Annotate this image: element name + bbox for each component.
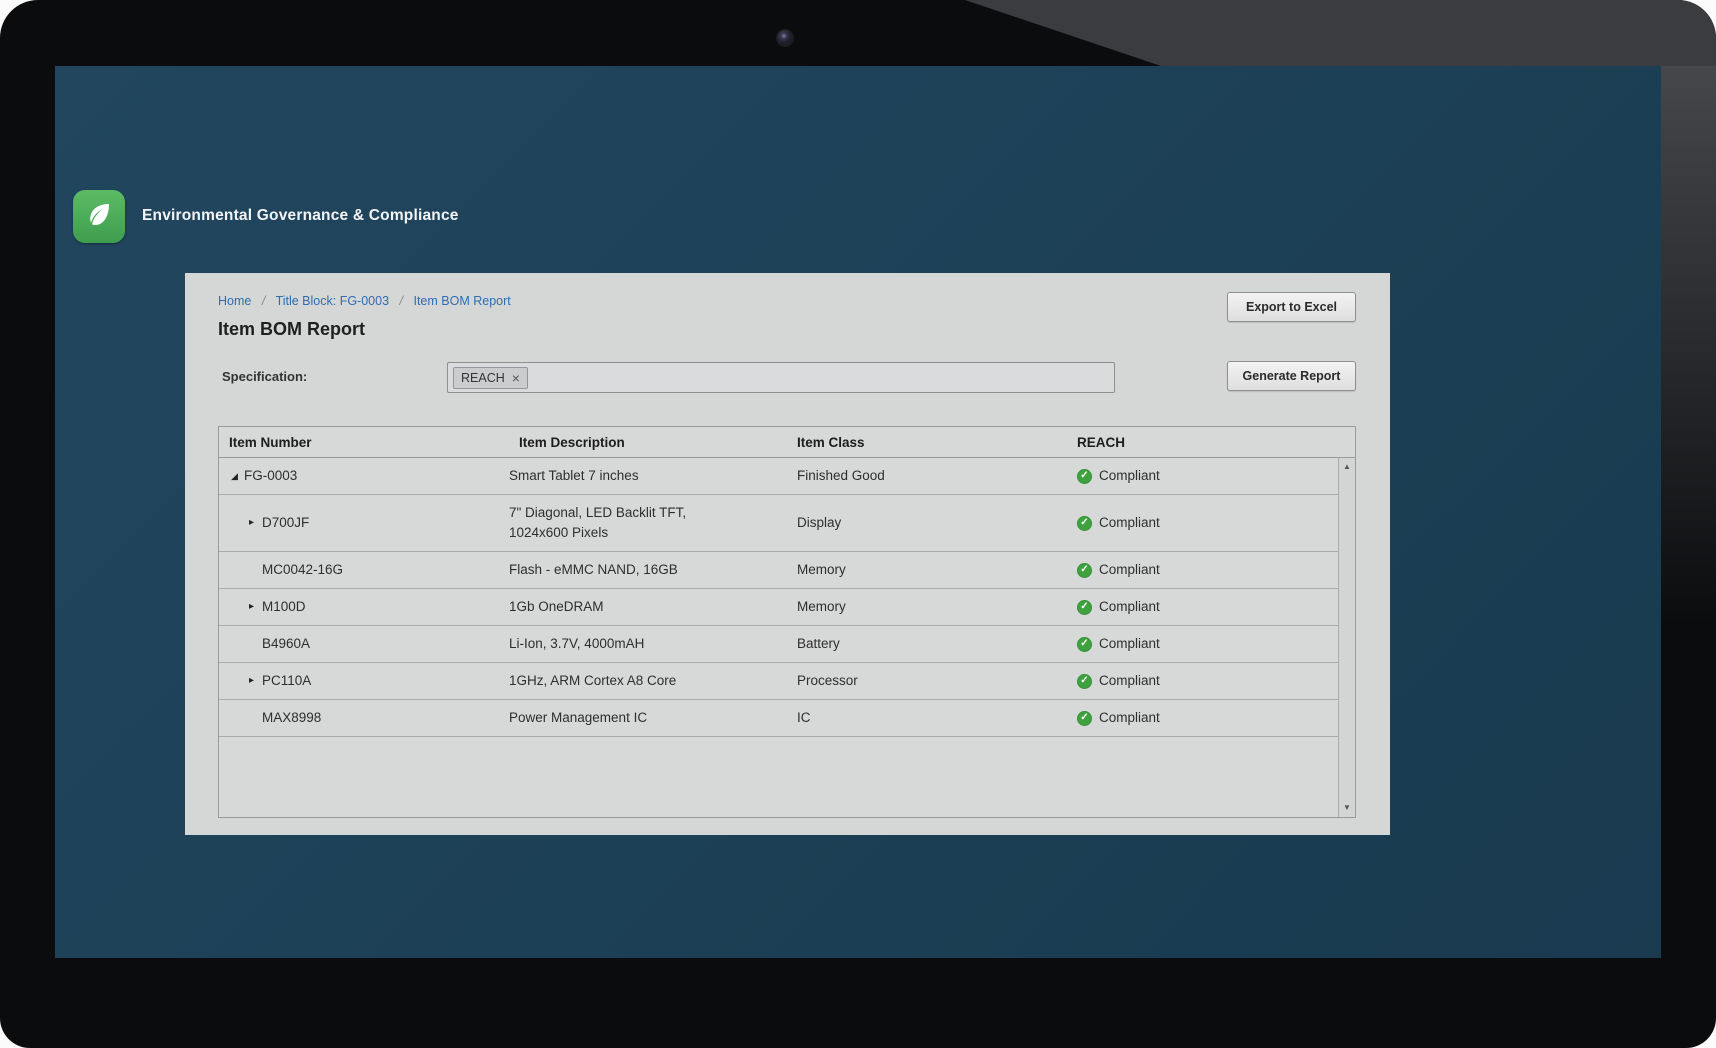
breadcrumb-separator: / bbox=[399, 294, 403, 308]
compliant-check-icon: ✓ bbox=[1077, 710, 1092, 726]
item-description-cell: 1Gb OneDRAM bbox=[509, 599, 604, 614]
reach-status-label: Compliant bbox=[1099, 599, 1160, 614]
compliant-check-icon: ✓ bbox=[1077, 673, 1092, 689]
leaf-icon bbox=[84, 199, 114, 234]
specification-label: Specification: bbox=[222, 369, 308, 384]
expand-toggle-icon[interactable]: ▸ bbox=[249, 597, 262, 617]
screen: Environmental Governance & Compliance Ho… bbox=[55, 66, 1661, 958]
tag-remove-icon[interactable]: × bbox=[512, 371, 520, 385]
reach-status-label: Compliant bbox=[1099, 673, 1160, 688]
item-class-cell: Finished Good bbox=[797, 468, 885, 483]
item-number-label: MC0042-16G bbox=[262, 562, 344, 577]
bezel-highlight bbox=[965, 0, 1716, 66]
table-row[interactable]: MC0042-16G Flash - eMMC NAND, 16GB Memor… bbox=[219, 552, 1338, 589]
column-header-item-number[interactable]: Item Number bbox=[219, 435, 509, 450]
item-description-cell: 7" Diagonal, LED Backlit TFT, 1024x600 P… bbox=[509, 505, 687, 540]
bom-table: Item Number Item Description Item Class … bbox=[218, 426, 1356, 818]
table-row[interactable]: ◢ FG-0003 Smart Tablet 7 inches Finished… bbox=[219, 458, 1338, 495]
generate-report-button[interactable]: Generate Report bbox=[1227, 361, 1356, 391]
item-description-cell: Flash - eMMC NAND, 16GB bbox=[509, 562, 678, 577]
export-to-excel-button[interactable]: Export to Excel bbox=[1227, 292, 1356, 322]
table-header: Item Number Item Description Item Class … bbox=[219, 427, 1355, 458]
item-number-cell: ▸ PC110A bbox=[219, 671, 509, 691]
item-number-cell: ◢ FG-0003 bbox=[219, 466, 509, 486]
reach-status-label: Compliant bbox=[1099, 636, 1160, 651]
app-logo bbox=[73, 190, 125, 243]
reach-status-label: Compliant bbox=[1099, 515, 1160, 530]
reach-status-cell: ✓ Compliant bbox=[1067, 634, 1338, 654]
table-body-wrap: ◢ FG-0003 Smart Tablet 7 inches Finished… bbox=[219, 458, 1355, 817]
vertical-scrollbar[interactable]: ▲ ▼ bbox=[1338, 458, 1355, 817]
item-number-label: PC110A bbox=[262, 673, 312, 688]
item-class-cell: Display bbox=[797, 515, 842, 530]
item-description-cell: Smart Tablet 7 inches bbox=[509, 468, 639, 483]
column-header-reach[interactable]: REACH bbox=[1067, 435, 1355, 450]
item-number-label: M100D bbox=[262, 599, 306, 614]
scroll-up-icon[interactable]: ▲ bbox=[1339, 460, 1355, 474]
item-class-cell: IC bbox=[797, 710, 811, 725]
item-number-cell: ▸ M100D bbox=[219, 597, 509, 617]
item-number-cell: B4960A bbox=[219, 634, 509, 654]
breadcrumb: Home / Title Block: FG-0003 / Item BOM R… bbox=[218, 294, 511, 308]
item-class-cell: Memory bbox=[797, 599, 846, 614]
table-body: ◢ FG-0003 Smart Tablet 7 inches Finished… bbox=[219, 458, 1338, 737]
webcam bbox=[776, 29, 794, 47]
item-number-label: MAX8998 bbox=[262, 710, 322, 725]
breadcrumb-current-link[interactable]: Item BOM Report bbox=[413, 294, 510, 308]
table-row[interactable]: ▸ PC110A 1GHz, ARM Cortex A8 Core Proces… bbox=[219, 663, 1338, 700]
table-row[interactable]: ▸ M100D 1Gb OneDRAM Memory ✓ Compliant bbox=[219, 589, 1338, 626]
item-class-cell: Battery bbox=[797, 636, 840, 651]
breadcrumb-home-link[interactable]: Home bbox=[218, 294, 251, 308]
reach-status-cell: ✓ Compliant bbox=[1067, 708, 1338, 728]
item-number-cell: MC0042-16G bbox=[219, 560, 509, 580]
expand-toggle-icon[interactable]: ▸ bbox=[249, 513, 262, 533]
column-header-item-description[interactable]: Item Description bbox=[509, 435, 787, 450]
item-description-cell: Power Management IC bbox=[509, 710, 648, 725]
table-row[interactable]: ▸ D700JF 7" Diagonal, LED Backlit TFT, 1… bbox=[219, 495, 1338, 552]
reach-status-label: Compliant bbox=[1099, 710, 1160, 725]
page-title: Item BOM Report bbox=[218, 319, 366, 339]
compliant-check-icon: ✓ bbox=[1077, 515, 1092, 531]
scroll-down-icon[interactable]: ▼ bbox=[1339, 801, 1355, 815]
reach-status-cell: ✓ Compliant bbox=[1067, 597, 1338, 617]
reach-status-cell: ✓ Compliant bbox=[1067, 513, 1338, 533]
item-number-cell: MAX8998 bbox=[219, 708, 509, 728]
reach-status-label: Compliant bbox=[1099, 468, 1160, 483]
table-row[interactable]: MAX8998 Power Management IC IC ✓ Complia… bbox=[219, 700, 1338, 737]
content-panel: Home / Title Block: FG-0003 / Item BOM R… bbox=[185, 273, 1390, 835]
specification-tag-label: REACH bbox=[461, 370, 505, 385]
specification-tag: REACH × bbox=[453, 366, 528, 389]
specification-input[interactable]: REACH × bbox=[447, 362, 1115, 393]
expand-toggle-icon[interactable]: ▸ bbox=[249, 671, 262, 691]
compliant-check-icon: ✓ bbox=[1077, 599, 1092, 615]
item-description-cell: 1GHz, ARM Cortex A8 Core bbox=[509, 673, 677, 688]
table-row[interactable]: B4960A Li-Ion, 3.7V, 4000mAH Battery ✓ C… bbox=[219, 626, 1338, 663]
compliant-check-icon: ✓ bbox=[1077, 468, 1092, 484]
breadcrumb-separator: / bbox=[261, 294, 266, 308]
compliant-check-icon: ✓ bbox=[1077, 562, 1092, 578]
app-title: Environmental Governance & Compliance bbox=[142, 207, 459, 224]
bezel-right-highlight bbox=[1661, 66, 1716, 626]
item-description-cell: Li-Ion, 3.7V, 4000mAH bbox=[509, 636, 645, 651]
breadcrumb-title-block-link[interactable]: Title Block: FG-0003 bbox=[276, 294, 389, 308]
item-number-label: D700JF bbox=[262, 515, 310, 530]
reach-status-label: Compliant bbox=[1099, 562, 1160, 577]
item-number-label: FG-0003 bbox=[244, 468, 298, 483]
column-header-item-class[interactable]: Item Class bbox=[787, 435, 1067, 450]
reach-status-cell: ✓ Compliant bbox=[1067, 560, 1338, 580]
expand-toggle-icon[interactable]: ◢ bbox=[231, 466, 244, 486]
item-number-label: B4960A bbox=[262, 636, 311, 651]
item-number-cell: ▸ D700JF bbox=[219, 513, 509, 533]
item-class-cell: Processor bbox=[797, 673, 858, 688]
reach-status-cell: ✓ Compliant bbox=[1067, 466, 1338, 486]
device-frame: Environmental Governance & Compliance Ho… bbox=[0, 0, 1716, 1048]
item-class-cell: Memory bbox=[797, 562, 846, 577]
reach-status-cell: ✓ Compliant bbox=[1067, 671, 1338, 691]
compliant-check-icon: ✓ bbox=[1077, 636, 1092, 652]
